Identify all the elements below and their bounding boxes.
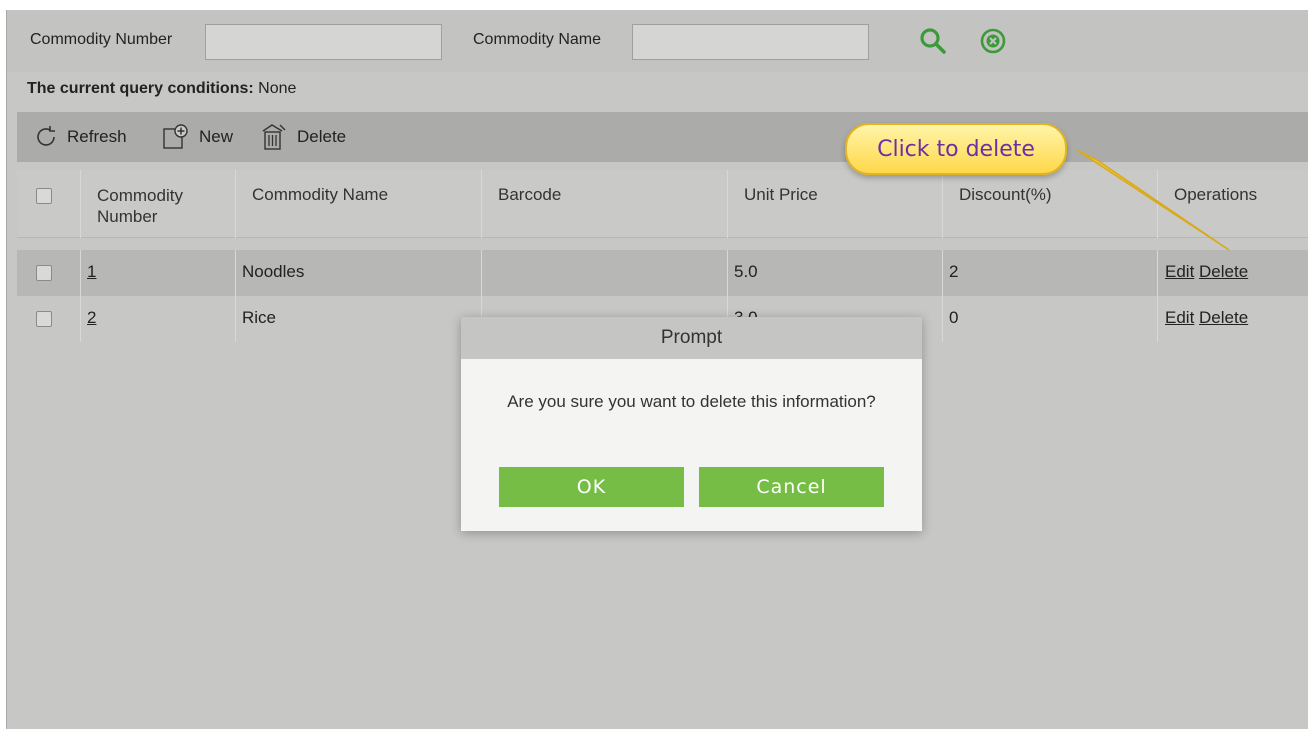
cancel-button[interactable]: Cancel bbox=[699, 467, 884, 507]
dialog-message: Are you sure you want to delete this inf… bbox=[507, 392, 876, 411]
confirm-delete-dialog: Prompt Are you sure you want to delete t… bbox=[461, 317, 922, 531]
click-to-delete-callout: Click to delete bbox=[845, 123, 1067, 175]
ok-button[interactable]: OK bbox=[499, 467, 684, 507]
commodity-management-panel: Commodity Number Commodity Name The curr… bbox=[6, 10, 1308, 729]
dialog-title: Prompt bbox=[461, 317, 922, 359]
